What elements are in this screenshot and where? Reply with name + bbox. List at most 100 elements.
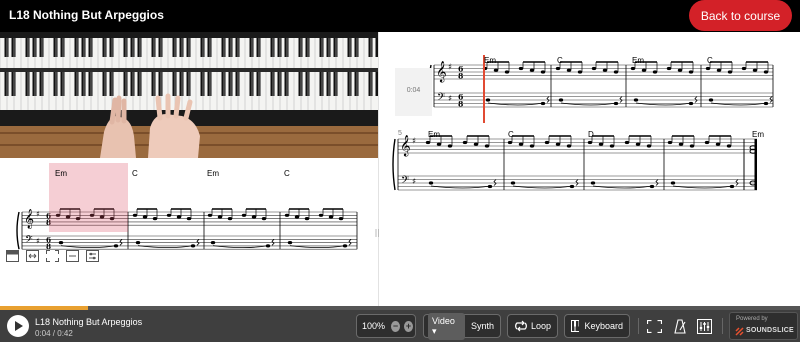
zoom-in-button[interactable]: + xyxy=(404,320,413,332)
note xyxy=(318,213,324,217)
loop-button[interactable]: Loop xyxy=(507,314,558,338)
note xyxy=(566,68,572,72)
note xyxy=(727,70,733,74)
metronome-icon[interactable] xyxy=(672,318,688,334)
bass-clef: 𝄢 xyxy=(401,173,409,188)
note xyxy=(338,217,344,221)
time-signature: 8 xyxy=(458,100,463,109)
chord-label: Em xyxy=(752,130,764,139)
note xyxy=(635,142,641,146)
layout-icon[interactable] xyxy=(4,247,20,265)
note xyxy=(207,213,213,217)
now-playing-title: L18 Nothing But Arpeggios xyxy=(35,317,143,327)
note xyxy=(613,70,619,74)
note xyxy=(251,215,257,219)
rest xyxy=(546,96,550,103)
chord-label: C xyxy=(284,169,290,178)
note xyxy=(510,181,516,185)
note xyxy=(485,98,491,102)
settings-icon[interactable] xyxy=(84,247,100,265)
note xyxy=(670,181,676,185)
rest xyxy=(694,96,698,103)
note xyxy=(294,215,300,219)
note xyxy=(688,101,694,106)
note xyxy=(590,181,596,185)
note xyxy=(186,217,192,221)
rest xyxy=(575,179,579,186)
note xyxy=(633,98,639,102)
note xyxy=(484,144,490,148)
chord-label: Em xyxy=(632,56,644,65)
note xyxy=(566,144,572,148)
powered-by-badge[interactable]: Powered by SOUNDSLICE xyxy=(729,312,798,340)
zoom-level: 100% xyxy=(362,321,386,331)
key-signature: ♯ xyxy=(412,136,416,146)
note xyxy=(763,70,769,74)
note xyxy=(529,144,535,148)
note xyxy=(518,142,524,146)
note xyxy=(729,184,735,189)
note xyxy=(176,215,182,219)
loop-icon xyxy=(515,320,527,332)
time-signature: 8 xyxy=(458,72,463,81)
zoom-out-button[interactable]: − xyxy=(391,320,401,332)
note xyxy=(558,98,564,102)
header-bar: L18 Nothing But Arpeggios Back to course xyxy=(0,0,800,32)
note xyxy=(716,68,722,72)
chord-label: Em xyxy=(428,130,440,139)
note xyxy=(518,66,524,71)
note xyxy=(641,68,647,72)
note xyxy=(342,244,348,248)
note xyxy=(493,68,499,72)
rest xyxy=(735,179,739,186)
fullscreen-icon[interactable] xyxy=(44,247,60,265)
chord-label: C xyxy=(707,56,713,65)
note xyxy=(227,217,233,221)
rest xyxy=(619,96,623,103)
note xyxy=(304,217,310,221)
note xyxy=(504,70,510,74)
video-player[interactable] xyxy=(0,32,378,158)
note xyxy=(287,241,293,245)
note xyxy=(666,66,672,71)
chord-label: Em xyxy=(484,56,496,65)
fullscreen-icon[interactable] xyxy=(646,319,662,333)
chord-label: Em xyxy=(207,169,219,178)
chord-label: Em xyxy=(55,169,67,178)
zoom-control: 100% − + xyxy=(356,314,416,338)
synth-button[interactable]: Synth xyxy=(471,321,494,331)
play-button[interactable] xyxy=(7,315,29,337)
note xyxy=(261,217,267,221)
playback-cursor[interactable] xyxy=(483,55,485,123)
note xyxy=(328,215,334,219)
note xyxy=(265,244,271,248)
score-pane: 𝄞 𝄢 ♯ ♯ 6 8 6 8 𝄞 𝄢 ♯ ♯ xyxy=(379,32,800,306)
note xyxy=(609,144,615,148)
chord-label: C xyxy=(508,130,514,139)
note xyxy=(241,213,247,217)
note xyxy=(507,140,513,145)
note xyxy=(591,66,597,71)
source-select[interactable]: Video ▾ xyxy=(428,312,465,340)
note xyxy=(752,68,758,72)
note xyxy=(705,66,711,71)
mixer-icon[interactable] xyxy=(696,318,712,334)
timestamp-label: 0:04 xyxy=(406,87,421,94)
chord-label: D xyxy=(588,130,594,139)
note xyxy=(741,66,747,71)
chord-label: C xyxy=(132,169,138,178)
note xyxy=(142,215,148,219)
collapse-icon[interactable] xyxy=(64,247,80,265)
note xyxy=(462,140,468,145)
source-label: Video xyxy=(432,315,455,326)
note xyxy=(217,215,223,219)
keyboard-label: Keyboard xyxy=(584,321,623,331)
keyboard-button[interactable]: Keyboard xyxy=(564,314,630,338)
note xyxy=(544,140,550,145)
back-to-course-button[interactable]: Back to course xyxy=(689,0,792,31)
note xyxy=(447,144,453,148)
fit-width-icon[interactable] xyxy=(24,247,40,265)
rest xyxy=(493,179,497,186)
note xyxy=(587,140,593,145)
note xyxy=(190,244,196,248)
